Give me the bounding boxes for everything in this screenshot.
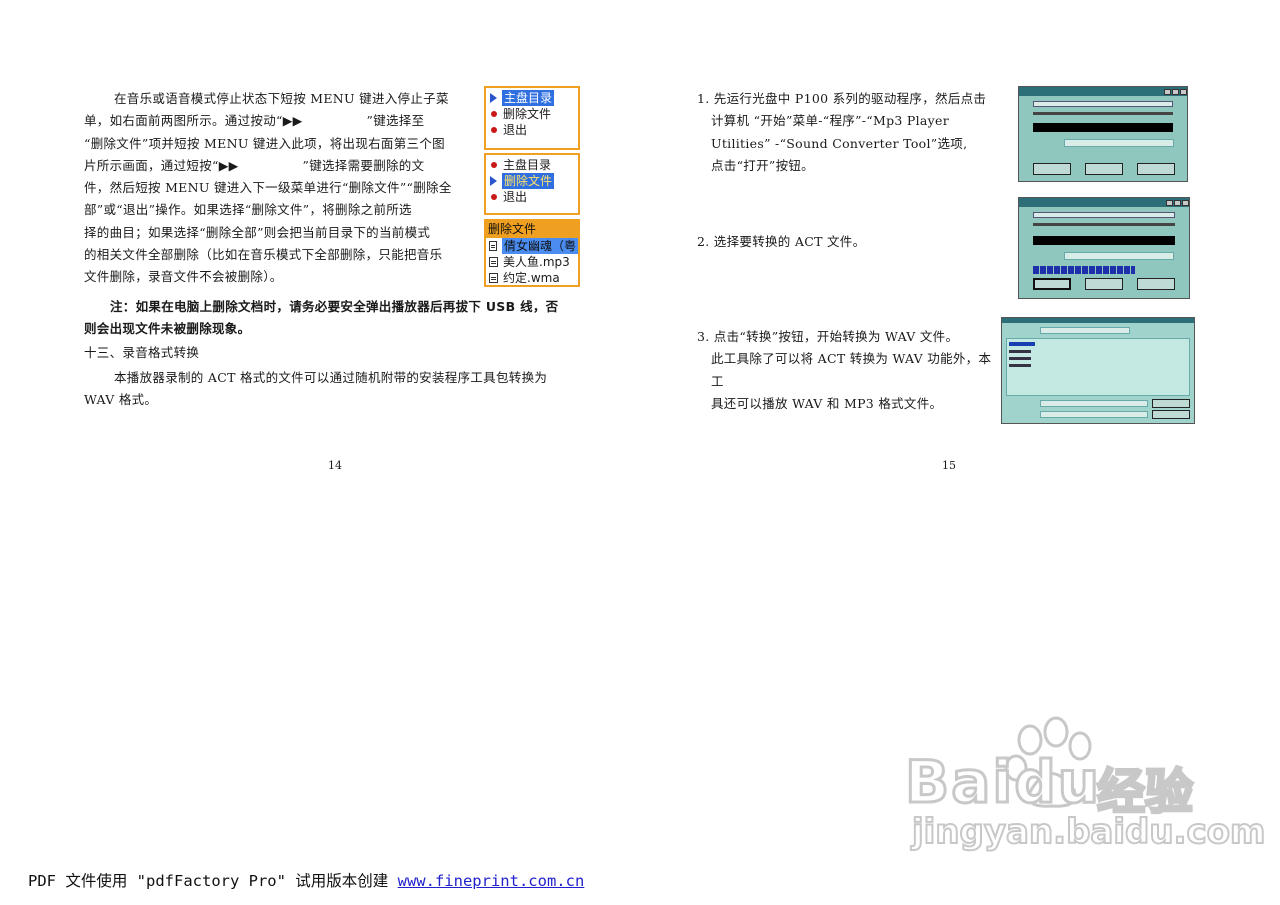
text-line: WAV 格式。 <box>84 392 158 408</box>
open-button <box>1152 399 1190 408</box>
title-bar <box>1019 87 1187 96</box>
maximize-icon <box>1174 199 1181 206</box>
title-bar <box>1002 318 1194 323</box>
dialog-button <box>1137 278 1175 290</box>
page-number: 15 <box>942 459 956 472</box>
step-2: 2. 选择要转换的 ACT 文件。 <box>697 231 1017 253</box>
menu-item: 删除文件 <box>486 106 578 122</box>
conversion-paragraph: 本播放器录制的 ACT 格式的文件可以通过随机附带的安装程序工具包转换为 WAV… <box>84 367 594 412</box>
convert-button <box>1033 278 1071 290</box>
dialog-button <box>1085 278 1123 290</box>
menu-item: 退出 <box>486 189 578 205</box>
cancel-button <box>1152 410 1190 419</box>
minimize-icon <box>1166 199 1173 206</box>
deletion-paragraph: 在音乐或语音模式停止状态下短按 MENU 键进入停止子菜 单，如右面前两图所示。… <box>84 88 484 289</box>
pdf-footer: PDF 文件使用 "pdfFactory Pro" 试用版本创建 www.fin… <box>28 869 584 891</box>
step-1: 1. 先运行光盘中 P100 系列的驱动程序，然后点击 计算机 “开始”菜单-“… <box>697 88 1017 177</box>
text-line: 部”或“退出”操作。如果选择“删除文件”，将删除之前所选 <box>84 202 412 218</box>
text-line: “删除文件”项并短按 MENU 键进入此项，将出现右面第三个图 <box>84 135 445 151</box>
section-title: 十三、录音格式转换 <box>84 345 200 360</box>
player-menu-3: 删除文件 倩女幽魂（粤 美人鱼.mp3 约定.wma <box>484 219 580 287</box>
player-menu-1: 主盘目录 删除文件 退出 <box>484 86 580 150</box>
separator <box>1033 223 1175 226</box>
text-line: 的相关文件全部删除（比如在音乐模式下全部删除，只能把音乐 <box>84 247 443 263</box>
text-line: 则会出现文件未被删除现象。 <box>84 321 251 337</box>
text-line: 点击“打开”按钮。 <box>711 157 814 173</box>
player-menu-2: 主盘目录 删除文件 退出 <box>484 153 580 215</box>
watermark-url: jingyan.baidu.com <box>911 811 1266 853</box>
converter-dialog-screenshot-1 <box>1018 86 1188 182</box>
bullet-icon <box>491 111 497 117</box>
text-line: 注：如果在电脑上删除文档时，请务必要安全弹出播放器后再拔下 USB 线，否 <box>110 299 559 314</box>
pointer-icon <box>490 93 497 103</box>
file-field <box>1033 212 1175 218</box>
close-icon <box>1180 88 1187 95</box>
separator <box>1033 112 1173 115</box>
text-line: 文件删除，录音文件不会被删除）。 <box>84 269 283 285</box>
close-icon <box>1182 199 1189 206</box>
converter-dialog-screenshot-2 <box>1018 197 1190 299</box>
menu-item: 主盘目录 <box>486 90 578 106</box>
dialog-button <box>1033 163 1071 175</box>
maximize-icon <box>1172 88 1179 95</box>
output-field <box>1064 139 1174 147</box>
text-line: 计算机 “开始”菜单-“程序”-“Mp3 Player <box>711 113 949 129</box>
filetype-field <box>1040 411 1148 418</box>
filename-field <box>1040 400 1148 407</box>
file-item: 倩女幽魂（粤 <box>486 238 578 254</box>
file-item: 美人鱼.mp3 <box>486 254 578 270</box>
menu-item: 退出 <box>486 122 578 138</box>
text-line: 此工具除了可以将 ACT 转换为 WAV 功能外，本工 <box>711 351 992 389</box>
menu-item: 主盘目录 <box>486 157 578 173</box>
text-line: 具还可以播放 WAV 和 MP3 格式文件。 <box>711 395 943 411</box>
file-icon <box>489 273 498 283</box>
bullet-icon <box>491 127 497 133</box>
file-field <box>1033 101 1173 107</box>
text-line: 片所示画面，通过短按“▶▶ ”键选择需要删除的文 <box>84 157 425 173</box>
output-field <box>1064 252 1174 260</box>
look-in-dropdown <box>1040 327 1130 334</box>
fineprint-link[interactable]: www.fineprint.com.cn <box>398 872 585 890</box>
status-bar <box>1033 123 1173 132</box>
text-line: 1. 先运行光盘中 P100 系列的驱动程序，然后点击 <box>697 91 987 106</box>
text-line: 在音乐或语音模式停止状态下短按 MENU 键进入停止子菜 <box>114 91 449 106</box>
text-line: 2. 选择要转换的 ACT 文件。 <box>697 234 866 249</box>
file-item: 约定.wma <box>486 270 578 286</box>
title-bar <box>1019 198 1189 207</box>
status-bar <box>1033 236 1175 245</box>
dialog-button <box>1085 163 1123 175</box>
step-3: 3. 点击“转换”按钮，开始转换为 WAV 文件。 此工具除了可以将 ACT 转… <box>697 326 997 415</box>
usb-warning-note: 注：如果在电脑上删除文档时，请务必要安全弹出播放器后再拔下 USB 线，否 则会… <box>84 296 594 341</box>
pointer-icon <box>490 176 497 186</box>
file-icon <box>489 241 497 251</box>
dialog-button <box>1137 163 1175 175</box>
text-line: 本播放器录制的 ACT 格式的文件可以通过随机附带的安装程序工具包转换为 <box>114 370 548 385</box>
text-line: Utilities” -“Sound Converter Tool”选项, <box>711 135 968 151</box>
page-number: 14 <box>328 459 342 472</box>
text-line: 单，如右面前两图所示。通过按动“▶▶ ”键选择至 <box>84 113 425 129</box>
file-list <box>1006 338 1190 396</box>
text-line: 件，然后短按 MENU 键进入下一级菜单进行“删除文件”“删除全 <box>84 180 452 196</box>
menu-header: 删除文件 <box>486 221 578 238</box>
progress-bar <box>1033 266 1135 274</box>
footer-text: PDF 文件使用 "pdfFactory Pro" 试用版本创建 <box>28 872 398 890</box>
watermark-brand: Baidu <box>903 747 1102 818</box>
bullet-icon <box>491 162 497 168</box>
menu-item: 删除文件 <box>486 173 578 189</box>
bullet-icon <box>491 194 497 200</box>
file-open-dialog-screenshot <box>1001 317 1195 424</box>
text-line: 择的曲目；如果选择“删除全部”则会把当前目录下的当前模式 <box>84 224 431 240</box>
minimize-icon <box>1164 88 1171 95</box>
text-line: 3. 点击“转换”按钮，开始转换为 WAV 文件。 <box>697 329 959 344</box>
file-icon <box>489 257 498 267</box>
